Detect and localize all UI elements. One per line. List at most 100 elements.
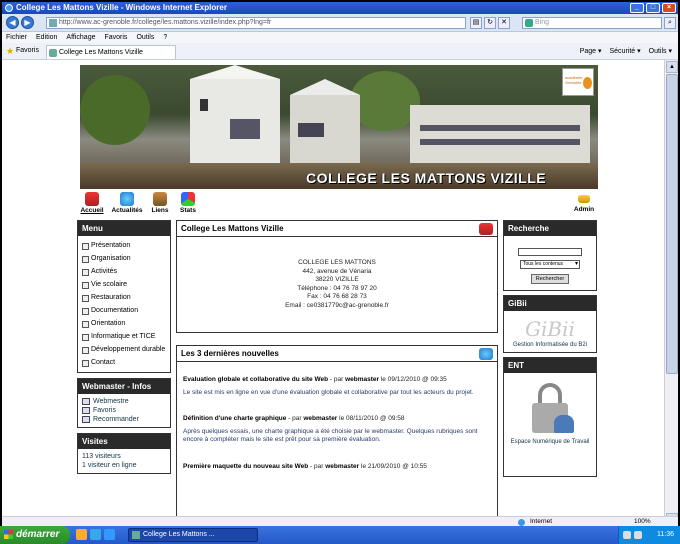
gibii-logo[interactable]: GiBii [504,317,596,341]
address-line: 442, avenue de Vénaria [302,267,372,275]
start-label: démarrer [16,529,60,540]
search-input[interactable]: Bing [522,17,662,29]
clock: 11:36 [657,531,674,538]
links-button[interactable]: Liens [150,192,170,214]
vertical-scrollbar[interactable]: ▲ ▼ [664,60,678,526]
cmd-page[interactable]: Page ▾ [580,46,602,57]
menu-item-presentation[interactable]: Présentation [82,239,166,252]
gibii-caption[interactable]: Gestion Informatisée du B2i [504,342,596,348]
taskbar: démarrer College Les Mattons ... 11:36 [0,526,680,544]
search-submit-button[interactable]: Rechercher [530,274,570,284]
favoris-link[interactable]: Favoris [82,406,166,415]
refresh-icon[interactable]: ↻ [484,17,496,29]
favorites-label: Favoris [16,47,39,54]
news-item-title[interactable]: Première maquette du nouveau site Web - … [183,463,491,472]
visits-box: Visites 113 visiteurs 1 visiteur en lign… [77,433,171,474]
volume-icon[interactable] [634,531,642,539]
lock-icon[interactable] [530,383,574,433]
menu-item-informatique[interactable]: Informatique et TICE [82,330,166,343]
network-icon[interactable] [623,531,631,539]
address-line: 38220 VIZILLE [315,276,359,283]
quick-launch [76,529,115,540]
home-icon [85,192,99,206]
compat-icon[interactable]: ▤ [470,17,482,29]
mail-icon [82,398,90,405]
menu-item-activites[interactable]: Activités [82,265,166,278]
cmd-tools[interactable]: Outils ▾ [649,46,672,57]
status-bar: Internet 100% [2,516,678,526]
gibii-title: GiBii [504,296,596,311]
recommander-link[interactable]: Recommander [82,415,166,424]
cmd-security[interactable]: Sécurité ▾ [610,46,641,57]
building-shape [410,105,590,165]
address-url: http://www.ac-grenoble.fr/college/les.ma… [59,19,272,26]
scroll-up-icon[interactable]: ▲ [666,61,678,73]
menu-help[interactable]: ? [163,32,167,43]
menu-outils[interactable]: Outils [136,32,154,43]
globe-icon [479,348,493,360]
forward-button[interactable]: ▶ [21,16,34,29]
news-label: Actualités [111,207,143,214]
menu-affichage[interactable]: Affichage [66,32,95,43]
search-title: Recherche [504,221,596,236]
ent-title: ENT [504,358,596,373]
stats-button[interactable]: Stats [179,192,197,214]
news-item-title[interactable]: Evaluation globale et collaborative du s… [183,376,491,385]
menu-item-documentation[interactable]: Documentation [82,304,166,317]
home-button[interactable]: Accueil [80,192,104,214]
visits-online: 1 visiteur en ligne [82,462,137,469]
menu-title: Menu [78,221,170,236]
windows-logo-icon [4,530,13,539]
address-toolbar: ◀ ▶ http://www.ac-grenoble.fr/college/le… [2,14,678,32]
task-label: College Les Mattons ... [143,531,215,538]
news-list: Evaluation globale et collaborative du s… [177,362,497,526]
news-button[interactable]: Actualités [111,192,143,214]
browser-tab[interactable]: College Les Mattons Vizille [46,45,176,59]
quicklaunch-folder-icon[interactable] [76,529,87,540]
quicklaunch-media-icon[interactable] [104,529,115,540]
college-address: COLLEGE LES MATTONS 442, avenue de Vénar… [177,237,497,332]
menu-fichier[interactable]: Fichier [6,32,27,43]
search-go-icon[interactable]: ⌕ [664,17,676,29]
building-shape [190,65,280,169]
minimize-button[interactable]: _ [630,3,644,13]
webmestre-link[interactable]: Webmestre [82,397,166,406]
back-button[interactable]: ◀ [6,16,19,29]
news-box: Les 3 dernières nouvelles Evaluation glo… [176,345,498,526]
site-favicon-icon [132,531,140,539]
menu-item-restauration[interactable]: Restauration [82,291,166,304]
menu-favoris[interactable]: Favoris [104,32,127,43]
favorites-button[interactable]: ★ Favoris [6,46,39,56]
menu-edition[interactable]: Edition [36,32,57,43]
taskbar-ie-window[interactable]: College Les Mattons ... [128,528,258,542]
close-button[interactable]: × [662,3,676,13]
search-scope-select[interactable]: Tous les contenus [520,260,580,269]
star-icon: ★ [6,46,15,56]
menu-item-developpement[interactable]: Développement durable [82,343,166,356]
news-item-title[interactable]: Définition d'une charte graphique - par … [183,415,491,424]
email-line[interactable]: Email : ce0381779c@ac-grenoble.fr [177,302,497,311]
menu-item-orientation[interactable]: Orientation [82,317,166,330]
scroll-thumb[interactable] [666,74,678,374]
menu-item-organisation[interactable]: Organisation [82,252,166,265]
address-input[interactable]: http://www.ac-grenoble.fr/college/les.ma… [46,17,466,29]
news-item-body: Le site est mis en ligne en vue d'une év… [183,388,474,396]
maximize-button[interactable]: □ [646,3,660,13]
page-icon [49,19,57,27]
menu-item-vie-scolaire[interactable]: Vie scolaire [82,278,166,291]
window-titlebar: College Les Mattons Vizille - Windows In… [2,2,678,14]
quicklaunch-ie-icon[interactable] [90,529,101,540]
visits-title: Visites [78,434,170,449]
menu-item-contact[interactable]: Contact [82,356,166,369]
admin-button[interactable]: Admin [572,192,596,213]
web-page: COLLEGE LES MATTONS VIZILLE académie Gre… [2,60,678,526]
home-label: Accueil [80,207,104,214]
banner-image: COLLEGE LES MATTONS VIZILLE académie Gre… [80,65,598,189]
ent-caption[interactable]: Espace Numérique de Travail [504,439,596,445]
tree-decoration [80,75,150,145]
search-box: Recherche Tous les contenus Rechercher [503,220,597,291]
stop-icon[interactable]: ✕ [498,17,510,29]
start-button[interactable]: démarrer [0,526,70,544]
globe-icon [518,519,525,526]
site-search-input[interactable] [518,248,582,256]
